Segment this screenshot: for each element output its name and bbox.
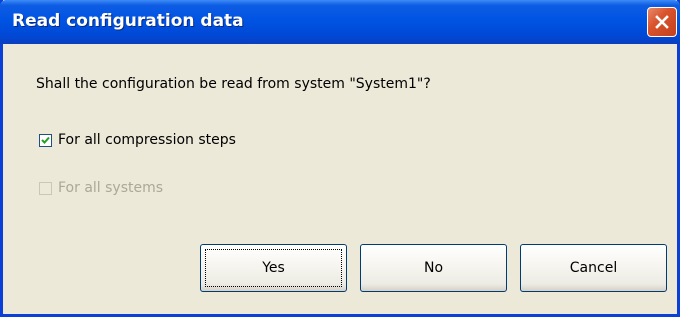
option-all-systems: For all systems [39, 180, 163, 196]
all-systems-label: For all systems [58, 180, 164, 196]
dialog-message: Shall the configuration be read from sys… [36, 76, 431, 92]
option-all-compression-steps[interactable]: For all compression steps [39, 132, 236, 148]
title-bar[interactable]: Read configuration data [0, 0, 680, 44]
checkmark-icon [41, 136, 50, 144]
no-button[interactable]: No [360, 244, 507, 292]
cancel-button-label: Cancel [569, 260, 618, 276]
close-icon [654, 14, 670, 30]
yes-button[interactable]: Yes [200, 244, 347, 292]
no-button-label: No [423, 260, 444, 276]
cancel-button[interactable]: Cancel [520, 244, 667, 292]
yes-button-label: Yes [262, 260, 285, 276]
window-title: Read configuration data [12, 11, 244, 31]
compression-steps-label: For all compression steps [58, 132, 236, 148]
close-button[interactable] [647, 7, 677, 37]
all-systems-checkbox [39, 181, 52, 195]
dialog-window: Read configuration data Shall the config… [0, 0, 680, 317]
compression-steps-checkbox[interactable] [39, 133, 52, 147]
